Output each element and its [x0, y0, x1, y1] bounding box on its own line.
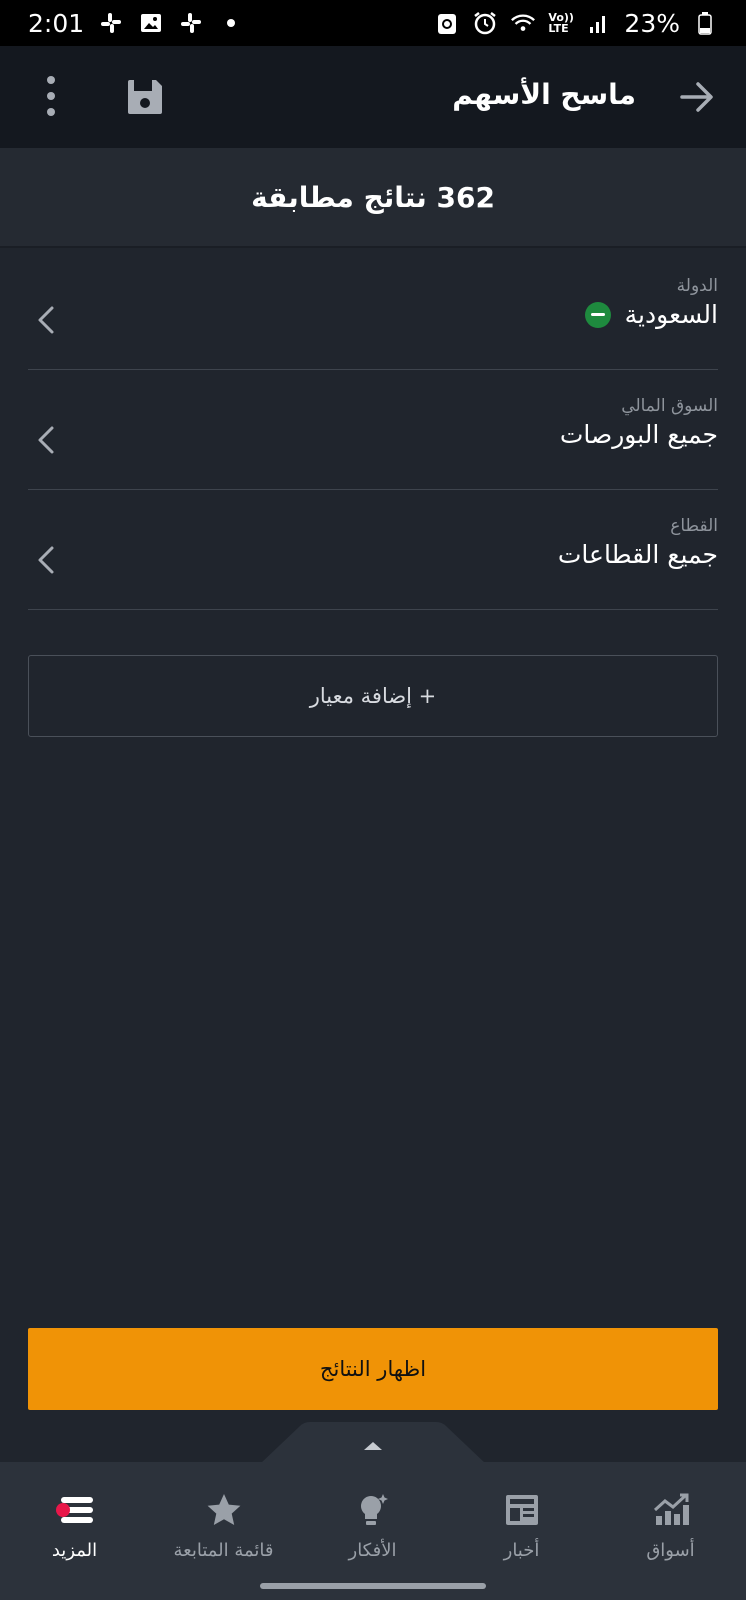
saudi-flag-icon [584, 301, 611, 328]
nav-label: أخبار [503, 1540, 540, 1561]
status-bar: 2:01 Vo)) LTE 23% [0, 0, 746, 46]
dot [47, 76, 55, 84]
star-icon [207, 1494, 240, 1525]
matching-results-count: 362 نتائج مطابقة [251, 180, 495, 214]
status-time: 2:01 [28, 8, 85, 38]
slack-icon [178, 10, 204, 36]
gallery-icon [138, 10, 164, 36]
nav-more[interactable]: المزيد [0, 1462, 149, 1572]
home-indicator[interactable] [260, 1583, 486, 1589]
filter-label: القطاع [670, 516, 718, 536]
filter-label: الدولة [676, 276, 718, 296]
chart-icon [653, 1493, 689, 1525]
status-bar-right: Vo)) LTE 23% [434, 9, 718, 38]
newspaper-icon [505, 1495, 538, 1525]
filter-value-text: جميع البورصات [559, 420, 718, 449]
floppy-disk-icon [128, 80, 162, 114]
slack-icon [98, 10, 124, 36]
nav-label: المزيد [51, 1540, 98, 1561]
add-criteria-button[interactable]: + إضافة معيار [28, 655, 718, 737]
show-results-button[interactable]: اظهار النتائج [28, 1328, 718, 1410]
nav-markets[interactable]: أسواق [596, 1462, 745, 1572]
nav-label: الأفكار [348, 1540, 397, 1561]
nav-label: قائمة المتابعة [173, 1540, 274, 1561]
network-type: Vo)) LTE [548, 11, 574, 35]
nav-news[interactable]: أخبار [447, 1462, 596, 1572]
filter-value-text: جميع القطاعات [557, 540, 718, 569]
arrow-right-icon [680, 82, 713, 112]
save-button[interactable] [124, 76, 166, 118]
status-bar-left: 2:01 [28, 9, 244, 38]
signal-icon [586, 10, 612, 36]
more-options-button[interactable] [36, 76, 66, 116]
battery-icon [692, 10, 718, 36]
page-title: ماسح الأسهم [452, 78, 636, 111]
back-button[interactable] [678, 78, 716, 116]
nav-label: أسواق [646, 1540, 695, 1561]
recycle-icon [434, 10, 460, 36]
chevron-left-icon [38, 306, 54, 334]
filter-value-text: السعودية [624, 300, 718, 329]
menu-icon [55, 1497, 93, 1523]
dot [47, 92, 55, 100]
chevron-left-icon [38, 546, 54, 574]
expand-nav-tab[interactable] [260, 1422, 486, 1464]
results-header: 362 نتائج مطابقة [0, 148, 746, 248]
nav-watchlist[interactable]: قائمة المتابعة [149, 1462, 298, 1572]
dot [47, 108, 55, 116]
alarm-icon [472, 10, 498, 36]
filter-country[interactable]: الدولة السعودية [28, 250, 718, 370]
filter-exchange[interactable]: السوق المالي جميع البورصات [28, 370, 718, 490]
battery-percent: 23% [624, 8, 680, 38]
lightbulb-icon [360, 1494, 388, 1525]
nav-ideas[interactable]: الأفكار [298, 1462, 447, 1572]
app-bar: ماسح الأسهم [0, 46, 746, 148]
chevron-left-icon [38, 426, 54, 454]
bottom-navigation: المزيد قائمة المتابعة الأفكار أخبار أسوا… [0, 1462, 746, 1600]
filter-label: السوق المالي [621, 396, 718, 416]
notification-dot-icon [218, 10, 244, 36]
filter-value: جميع البورصات [560, 420, 718, 449]
wifi-icon [510, 10, 536, 36]
filter-value: السعودية [584, 300, 718, 329]
filter-sector[interactable]: القطاع جميع القطاعات [28, 490, 718, 610]
filter-value: جميع القطاعات [558, 540, 718, 569]
